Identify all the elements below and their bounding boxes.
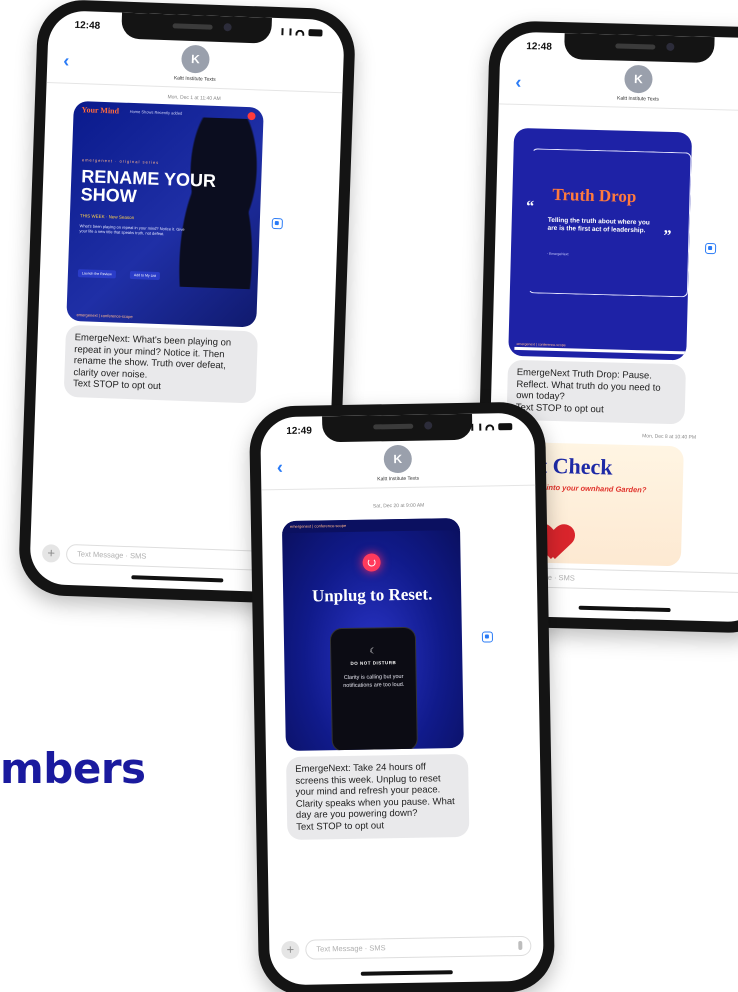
graphic-button-1: Launch the Review (77, 269, 116, 279)
dnd-label: DO NOT DISTURB (350, 660, 397, 666)
message-bubble[interactable]: EmergeNext: Take 24 hours off screens th… (285, 753, 470, 841)
headline-fragment: mbers (0, 744, 146, 793)
graphic-menu: Home Shows Recently added (129, 108, 183, 116)
microphone-icon[interactable] (518, 940, 523, 951)
mms-image-unplug[interactable]: emergenext | conference-scope Unplug to … (281, 517, 464, 752)
status-time: 12:49 (286, 425, 312, 437)
back-chevron-icon[interactable]: ‹ (515, 72, 522, 93)
date-stamp: Sat, Dec 20 at 9:00 AM (372, 502, 425, 510)
status-time: 12:48 (526, 41, 553, 53)
signal-icon (471, 423, 482, 431)
graphic-headline: RENAME YOUR SHOW (80, 166, 217, 207)
status-icons (281, 28, 323, 37)
date-stamp: Mon, Dec 8 at 10:40 PM (642, 433, 697, 441)
battery-icon (498, 423, 513, 431)
contact-avatar[interactable]: K (383, 444, 413, 474)
wifi-icon (485, 423, 495, 431)
header-divider (498, 103, 738, 112)
home-indicator[interactable] (360, 970, 453, 976)
home-indicator[interactable] (131, 575, 224, 583)
contact-name[interactable]: Kaltt Institute Texts (261, 474, 535, 485)
save-image-icon[interactable] (271, 217, 283, 230)
save-image-icon[interactable] (481, 631, 494, 643)
signal-icon (281, 28, 292, 36)
status-icons (471, 423, 513, 431)
graphic-brand: Your Mind (81, 105, 120, 116)
battery-icon (308, 29, 323, 37)
conversation-header: ‹ K Kaltt Institute Texts (47, 40, 344, 87)
graphic-byline: - EmergeNext (546, 251, 569, 257)
wifi-icon (295, 29, 305, 36)
graphic-topbar-text: emergenext | conference-scope (289, 522, 347, 529)
notch (563, 33, 715, 64)
save-image-icon[interactable] (704, 242, 717, 255)
phone-center-screen: 12:49 ‹ K Kaltt Institute Texts Sat, Dec… (260, 412, 544, 986)
graphic-bar (514, 346, 687, 355)
open-quote-icon: “ (525, 198, 535, 216)
conversation-header: ‹ K Kaltt Institute Texts (261, 443, 536, 485)
contact-avatar[interactable]: K (624, 64, 653, 94)
moon-icon: ☾ (369, 646, 377, 656)
close-quote-icon: ” (663, 227, 672, 245)
graphic-button-2: Add to My List (129, 270, 161, 281)
plus-icon[interactable]: + (281, 940, 300, 960)
mms-image-rename-show[interactable]: Your Mind Home Shows Recently added emer… (66, 100, 264, 328)
header-divider (261, 484, 536, 491)
power-icon (362, 553, 381, 572)
home-indicator[interactable] (578, 605, 671, 613)
phone-device-illustration: ☾ DO NOT DISTURB Clarity is calling but … (329, 626, 418, 752)
conversation-header: ‹ K Kaltt Institute Texts (499, 61, 738, 105)
message-input-placeholder: Text Message · SMS (76, 549, 147, 561)
graphic-title: Unplug to Reset. (311, 584, 433, 606)
message-bubble[interactable]: EmergeNext: What's been playing on repea… (63, 324, 259, 403)
message-input[interactable]: Text Message · SMS (305, 935, 532, 960)
plus-icon[interactable]: + (41, 544, 61, 563)
phone-center: 12:49 ‹ K Kaltt Institute Texts Sat, Dec… (248, 401, 556, 992)
contact-avatar[interactable]: K (181, 44, 210, 74)
message-bubble[interactable]: EmergeNext Truth Drop: Pause. Reflect. W… (506, 359, 687, 425)
notch (322, 413, 473, 443)
graphic-subline: THIS WEEK · New Season (79, 213, 135, 221)
graphic-footer: emergenext | conference-scope (76, 312, 133, 320)
contact-name[interactable]: Kaltt Institute Texts (47, 71, 343, 87)
mms-image-truth-drop[interactable]: Truth Drop “ ” Telling the truth about w… (508, 127, 693, 361)
message-composer: + Text Message · SMS (281, 935, 532, 961)
back-chevron-icon[interactable]: ‹ (277, 457, 283, 478)
message-input-placeholder: Text Message · SMS (316, 943, 386, 954)
notch (121, 12, 272, 44)
back-chevron-icon[interactable]: ‹ (63, 51, 70, 72)
graphic-title: Truth Drop (552, 184, 637, 207)
device-text: Clarity is calling but your notification… (343, 673, 405, 689)
graphic-series: emergenext · original series (81, 157, 160, 165)
status-time: 12:48 (74, 19, 101, 32)
graphic-text: Telling the truth about where you are is… (547, 216, 650, 235)
